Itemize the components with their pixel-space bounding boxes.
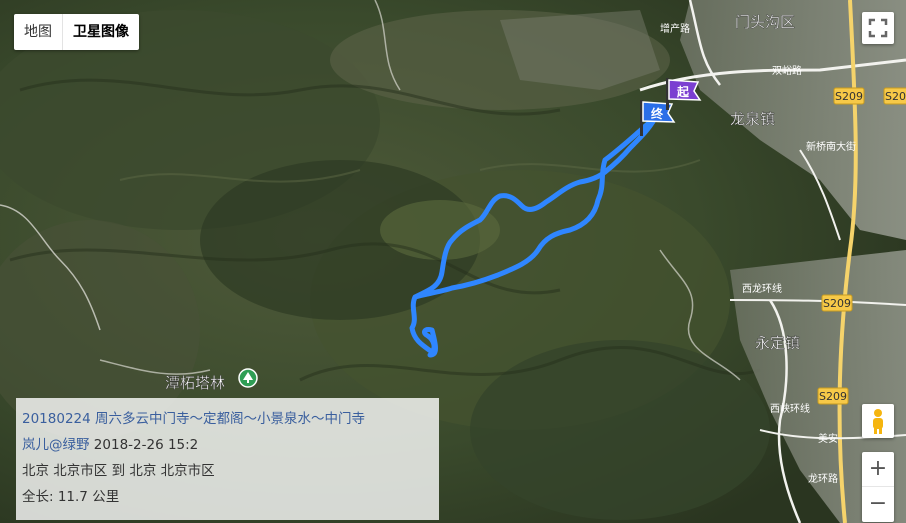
place-mentougou: 门头沟区 xyxy=(735,13,795,31)
place-longquan: 龙泉镇 xyxy=(730,110,775,128)
fullscreen-button[interactable] xyxy=(862,12,894,44)
road-label-meian: 美安 xyxy=(818,432,838,445)
map-type-control: 地图 卫星图像 xyxy=(14,14,139,50)
road-label-shuangyu: 双峪路 xyxy=(772,64,802,77)
svg-text:终: 终 xyxy=(651,106,664,121)
road-shield-s209-1: S209 xyxy=(833,87,865,105)
track-author-link[interactable]: 岚儿@绿野 xyxy=(22,437,90,453)
pegman-icon xyxy=(873,409,883,434)
road-shield-s209-4: S209 xyxy=(817,387,849,405)
track-title-link[interactable]: 20180224 周六多云中门寺～定都阁～小景泉水～中门寺 xyxy=(22,406,433,432)
road-label-zengchan: 增产路 xyxy=(660,22,690,35)
svg-text:S209: S209 xyxy=(885,90,906,103)
road-label-xinqiao: 新桥南大街 xyxy=(806,140,856,153)
road-shield-s209-2: S209 xyxy=(883,87,906,105)
street-view-button[interactable] xyxy=(862,404,894,438)
svg-text:起: 起 xyxy=(676,84,690,99)
zoom-control: + − xyxy=(862,452,894,522)
road-label-xiaxian: 西峡环线 xyxy=(770,402,810,415)
road-shield-s209-3: S209 xyxy=(821,294,853,312)
svg-text:S209: S209 xyxy=(823,297,851,310)
track-length: 全长: 11.7 公里 xyxy=(22,489,120,505)
place-tanzhe-talin: 潭柘塔林 xyxy=(165,374,225,392)
track-date: 2018-2-26 15:2 xyxy=(93,437,199,453)
zoom-out-button[interactable]: − xyxy=(862,487,894,522)
svg-text:S209: S209 xyxy=(835,90,863,103)
road-label-longhuan: 龙环路 xyxy=(808,472,838,485)
track-route: 北京 北京市区 到 北京 北京市区 xyxy=(22,463,215,479)
map-type-map-button[interactable]: 地图 xyxy=(14,14,63,50)
map-type-satellite-button[interactable]: 卫星图像 xyxy=(63,14,139,50)
zoom-in-button[interactable]: + xyxy=(862,452,894,487)
road-label-xilong: 西龙环线 xyxy=(742,282,782,295)
poi-tree-icon[interactable] xyxy=(238,368,258,388)
svg-text:S209: S209 xyxy=(819,390,847,403)
fullscreen-icon xyxy=(868,18,888,38)
place-yongding: 永定镇 xyxy=(755,334,800,352)
track-info-panel: 20180224 周六多云中门寺～定都阁～小景泉水～中门寺 岚儿@绿野 2018… xyxy=(16,398,439,520)
